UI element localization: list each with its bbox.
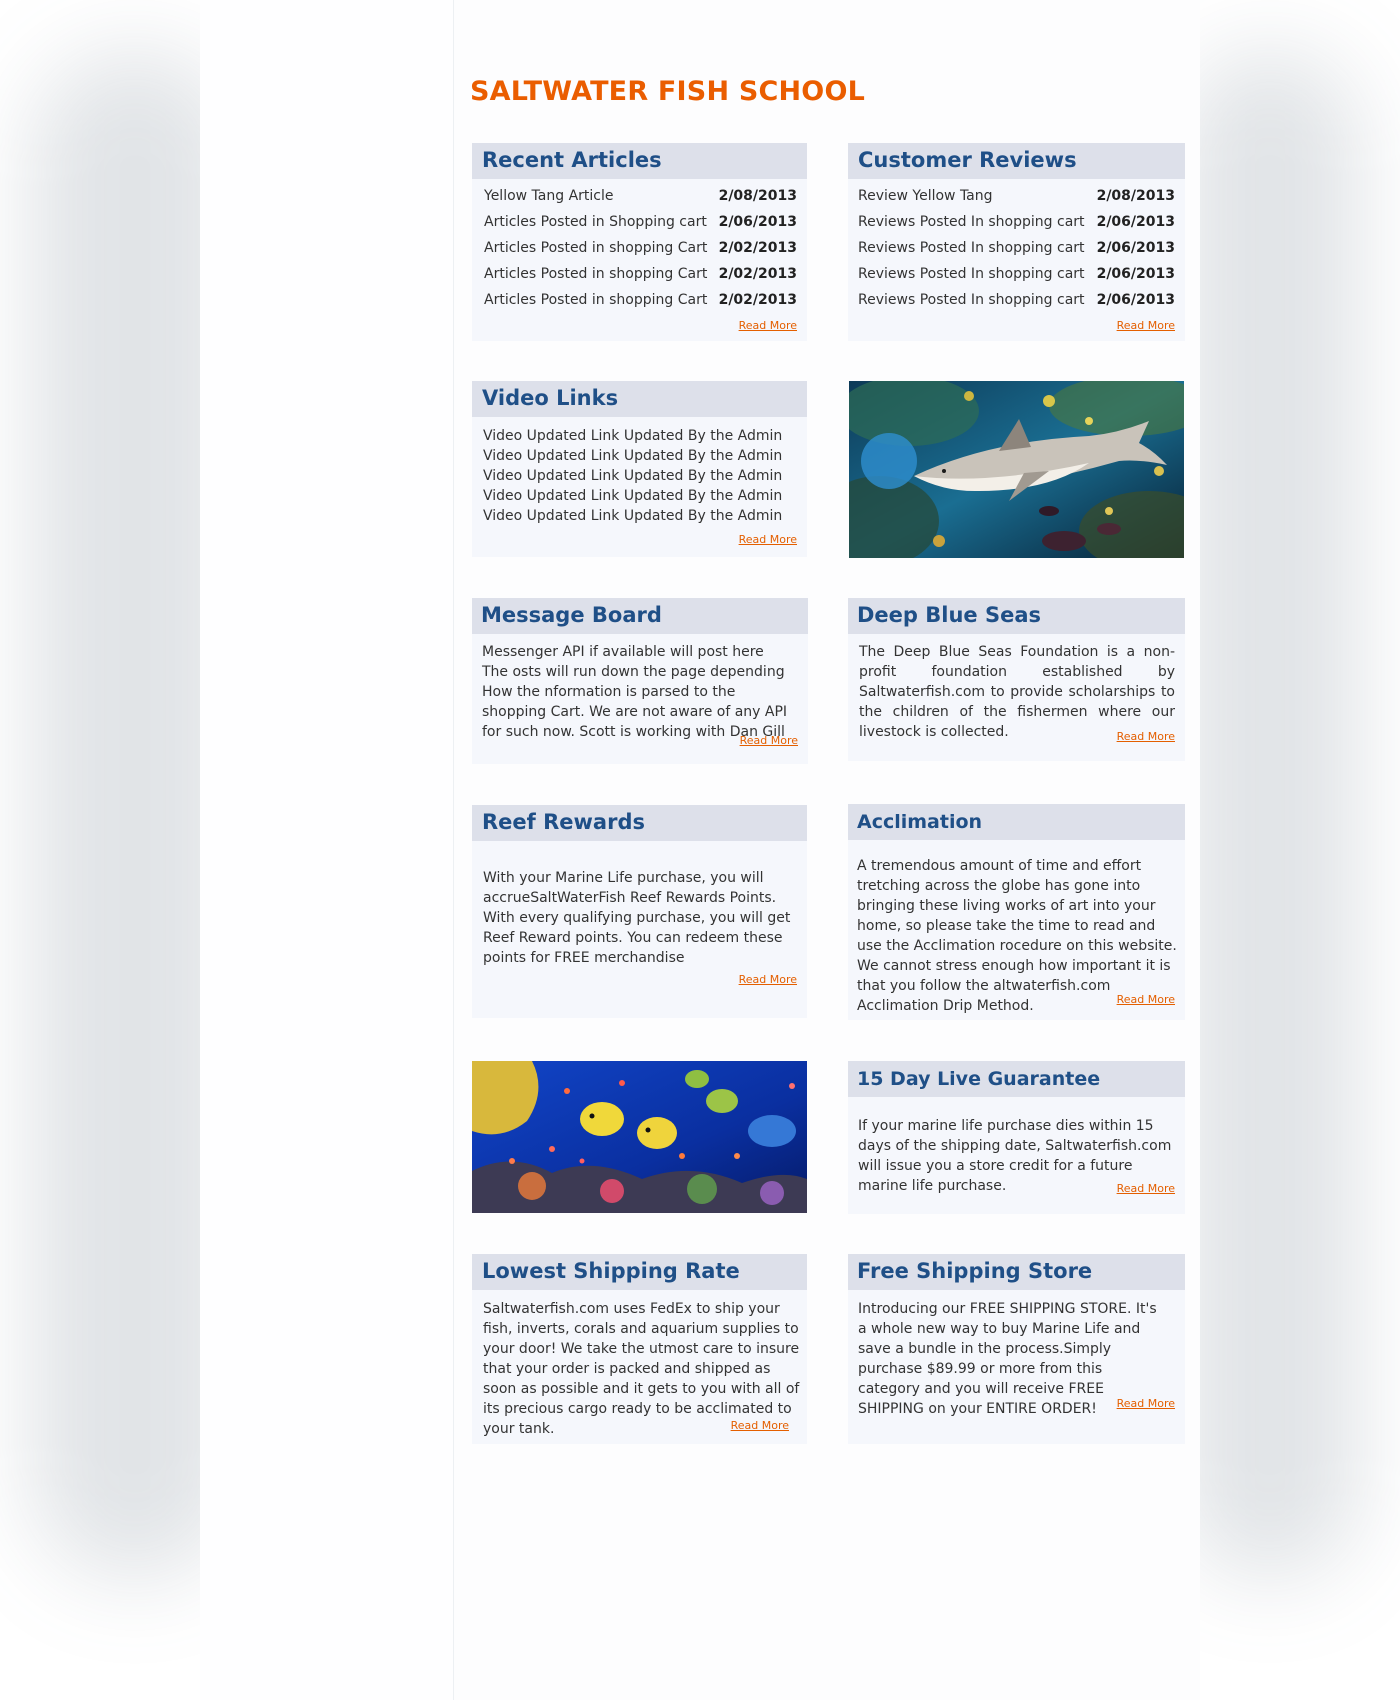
review-title[interactable]: Reviews Posted In shopping cart	[858, 214, 1085, 230]
customer-reviews-header: Customer Reviews	[848, 143, 1185, 179]
reef-rewards-title: Reef Rewards	[482, 810, 645, 834]
deep-blue-seas-header: Deep Blue Seas	[848, 598, 1185, 634]
message-board-header: Message Board	[472, 598, 808, 634]
acclimation-text: A tremendous amount of time and effort t…	[857, 858, 1177, 1014]
article-date: 2/02/2013	[718, 240, 797, 256]
review-title[interactable]: Review Yellow Tang	[858, 188, 993, 204]
video-link-item[interactable]: Video Updated Link Updated By the Admin	[483, 506, 799, 526]
reef-rewards-read-more-link[interactable]: Read More	[739, 973, 797, 986]
recent-articles-title: Recent Articles	[482, 148, 662, 172]
lowest-shipping-text: Saltwaterfish.com uses FedEx to ship you…	[483, 1301, 800, 1437]
live-guarantee-read-more-link[interactable]: Read More	[1117, 1182, 1175, 1195]
live-guarantee-title: 15 Day Live Guarantee	[857, 1068, 1101, 1090]
column-divider	[453, 0, 454, 1700]
article-date: 2/06/2013	[718, 214, 797, 230]
lowest-shipping-read-more-link[interactable]: Read More	[731, 1419, 789, 1432]
video-link-item[interactable]: Video Updated Link Updated By the Admin	[483, 446, 799, 466]
sidebar-column	[200, 0, 453, 1700]
free-shipping-card: Free Shipping Store Introducing our FREE…	[848, 1254, 1185, 1444]
free-shipping-title: Free Shipping Store	[857, 1259, 1093, 1283]
review-title[interactable]: Reviews Posted In shopping cart	[858, 240, 1085, 256]
review-date: 2/06/2013	[1096, 292, 1175, 308]
reef-rewards-text: With your Marine Life purchase, you will…	[483, 870, 791, 966]
review-date: 2/08/2013	[1096, 188, 1175, 204]
article-row[interactable]: Yellow Tang Article 2/08/2013	[484, 183, 797, 209]
review-row[interactable]: Reviews Posted In shopping cart 2/06/2013	[858, 287, 1175, 313]
article-title[interactable]: Yellow Tang Article	[484, 188, 614, 204]
recent-articles-header: Recent Articles	[472, 143, 807, 179]
message-board-title: Message Board	[481, 603, 662, 627]
site-title: SALTWATER FISH SCHOOL	[470, 76, 866, 107]
video-links-read-more-link[interactable]: Read More	[739, 533, 797, 546]
acclimation-card: Acclimation A tremendous amount of time …	[848, 804, 1185, 1020]
review-row[interactable]: Reviews Posted In shopping cart 2/06/2013	[858, 209, 1175, 235]
message-board-text: Messenger API if available will post her…	[482, 644, 788, 740]
message-board-card: Message Board Messenger API if available…	[472, 598, 808, 764]
article-row[interactable]: Articles Posted in shopping Cart 2/02/201…	[484, 235, 797, 261]
acclimation-read-more-link[interactable]: Read More	[1117, 993, 1175, 1006]
recent-articles-card: Recent Articles Yellow Tang Article 2/08/…	[472, 143, 807, 341]
reef-rewards-header: Reef Rewards	[472, 805, 807, 841]
video-links-title: Video Links	[482, 386, 619, 410]
live-guarantee-header: 15 Day Live Guarantee	[848, 1061, 1185, 1097]
free-shipping-text: Introducing our FREE SHIPPING STORE. It'…	[858, 1301, 1157, 1417]
tropical-fish-illustration	[472, 1061, 807, 1213]
deep-blue-seas-text: The Deep Blue Seas Foundation is a non-p…	[859, 644, 1175, 740]
article-date: 2/02/2013	[718, 292, 797, 308]
lowest-shipping-header: Lowest Shipping Rate	[472, 1254, 807, 1290]
acclimation-title: Acclimation	[857, 811, 983, 833]
review-row[interactable]: Reviews Posted In shopping cart 2/06/2013	[858, 235, 1175, 261]
review-date: 2/06/2013	[1096, 214, 1175, 230]
article-date: 2/02/2013	[718, 266, 797, 282]
article-title[interactable]: Articles Posted in shopping Cart	[484, 266, 707, 282]
article-row[interactable]: Articles Posted in shopping Cart 2/02/201…	[484, 261, 797, 287]
shark-illustration	[849, 381, 1184, 558]
video-links-card: Video Links Video Updated Link Updated B…	[472, 381, 807, 557]
shark-photo	[849, 381, 1184, 558]
deep-blue-seas-card: Deep Blue Seas The Deep Blue Seas Founda…	[848, 598, 1185, 761]
video-links-header: Video Links	[472, 381, 807, 417]
review-date: 2/06/2013	[1096, 240, 1175, 256]
live-guarantee-card: 15 Day Live Guarantee If your marine lif…	[848, 1061, 1185, 1214]
video-link-item[interactable]: Video Updated Link Updated By the Admin	[483, 466, 799, 486]
review-title[interactable]: Reviews Posted In shopping cart	[858, 266, 1085, 282]
acclimation-header: Acclimation	[848, 804, 1185, 840]
deep-blue-seas-title: Deep Blue Seas	[857, 603, 1042, 627]
article-row[interactable]: Articles Posted in Shopping cart 2/06/201…	[484, 209, 797, 235]
recent-articles-read-more-link[interactable]: Read More	[739, 319, 797, 332]
reef-rewards-card: Reef Rewards With your Marine Life purch…	[472, 805, 807, 1018]
tropical-fish-photo	[472, 1061, 807, 1213]
lowest-shipping-card: Lowest Shipping Rate Saltwaterfish.com u…	[472, 1254, 807, 1444]
page: SALTWATER FISH SCHOOL Recent Articles Ye…	[0, 0, 1400, 1700]
review-date: 2/06/2013	[1096, 266, 1175, 282]
page-shadow-right	[1180, 50, 1360, 1580]
article-row[interactable]: Articles Posted in shopping Cart 2/02/201…	[484, 287, 797, 313]
review-title[interactable]: Reviews Posted In shopping cart	[858, 292, 1085, 308]
article-date: 2/08/2013	[718, 188, 797, 204]
review-row[interactable]: Review Yellow Tang 2/08/2013	[858, 183, 1175, 209]
article-title[interactable]: Articles Posted in Shopping cart	[484, 214, 707, 230]
video-link-item[interactable]: Video Updated Link Updated By the Admin	[483, 426, 799, 446]
recent-articles-list: Yellow Tang Article 2/08/2013 Articles Po…	[484, 183, 797, 313]
article-title[interactable]: Articles Posted in shopping Cart	[484, 240, 707, 256]
customer-reviews-read-more-link[interactable]: Read More	[1117, 319, 1175, 332]
free-shipping-header: Free Shipping Store	[848, 1254, 1185, 1290]
video-link-item[interactable]: Video Updated Link Updated By the Admin	[483, 486, 799, 506]
message-board-read-more-link[interactable]: Read More	[740, 734, 798, 747]
review-row[interactable]: Reviews Posted In shopping cart 2/06/2013	[858, 261, 1175, 287]
article-title[interactable]: Articles Posted in shopping Cart	[484, 292, 707, 308]
customer-reviews-card: Customer Reviews Review Yellow Tang 2/08/…	[848, 143, 1185, 341]
lowest-shipping-title: Lowest Shipping Rate	[482, 1259, 740, 1283]
customer-reviews-title: Customer Reviews	[858, 148, 1077, 172]
free-shipping-read-more-link[interactable]: Read More	[1117, 1397, 1175, 1410]
deep-blue-seas-read-more-link[interactable]: Read More	[1117, 730, 1175, 743]
video-links-list: Video Updated Link Updated By the Admin …	[483, 426, 799, 526]
customer-reviews-list: Review Yellow Tang 2/08/2013 Reviews Post…	[858, 183, 1175, 313]
